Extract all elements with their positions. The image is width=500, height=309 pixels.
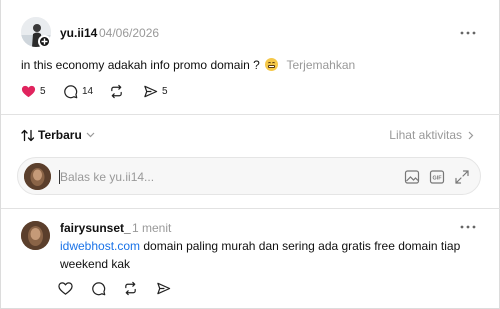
comment-link[interactable]: idwebhost.com: [60, 239, 140, 253]
post-text: in this economy adakah info promo domain…: [21, 58, 260, 72]
grin-emoji-icon: [265, 58, 279, 71]
heart-icon: [58, 281, 73, 295]
svg-text:GIF: GIF: [433, 176, 443, 182]
original-post: yu.ii14 04/06/2026 in this economy adaka…: [1, 0, 500, 114]
comment-body: idwebhost.com domain paling murah dan se…: [60, 237, 470, 273]
expand-icon[interactable]: [454, 169, 470, 185]
repost-button[interactable]: [123, 280, 138, 296]
thread-panel: yu.ii14 04/06/2026 in this economy adaka…: [0, 0, 500, 309]
share-icon: [157, 282, 171, 294]
sort-label: Terbaru: [38, 128, 82, 142]
gif-icon[interactable]: GIF: [429, 169, 445, 185]
translate-link[interactable]: Terjemahkan: [287, 58, 356, 72]
comment-count: 14: [82, 85, 94, 97]
post-username[interactable]: yu.ii14: [60, 26, 97, 40]
comment-username[interactable]: fairysunset_: [60, 221, 131, 235]
chevron-down-icon: [86, 132, 95, 138]
view-activity-label: Lihat aktivitas: [389, 128, 462, 142]
post-body: in this economy adakah info promo domain…: [21, 58, 355, 72]
post-date: 04/06/2026: [99, 26, 160, 40]
like-count: 5: [40, 85, 46, 97]
divider: [1, 208, 500, 209]
repost-icon: [125, 281, 136, 295]
reply-input[interactable]: [60, 168, 390, 186]
more-icon[interactable]: [460, 224, 476, 230]
avatar: [24, 163, 51, 190]
heart-icon: [21, 85, 36, 97]
avatar[interactable]: [21, 221, 50, 250]
comment-button[interactable]: 14: [63, 83, 93, 99]
share-count: 5: [162, 85, 168, 97]
image-icon[interactable]: [404, 169, 420, 185]
share-button[interactable]: [156, 280, 171, 296]
more-icon[interactable]: [460, 30, 476, 36]
repost-icon: [111, 84, 122, 98]
like-button[interactable]: 5: [21, 83, 46, 99]
follow-plus-icon[interactable]: [38, 35, 51, 48]
divider: [1, 114, 500, 115]
comment-icon: [92, 281, 106, 295]
view-activity-link[interactable]: Lihat aktivitas: [389, 128, 474, 142]
chevron-right-icon: [468, 131, 474, 139]
comment-icon: [64, 84, 78, 98]
share-button[interactable]: 5: [143, 83, 168, 99]
sort-dropdown[interactable]: Terbaru: [21, 128, 98, 142]
repost-button[interactable]: [109, 83, 124, 99]
share-icon: [144, 85, 158, 97]
reply-composer[interactable]: GIF: [17, 157, 481, 195]
like-button[interactable]: [58, 280, 73, 296]
comment-button[interactable]: [91, 280, 106, 296]
comment-time: 1 menit: [132, 221, 172, 235]
sort-icon: [21, 129, 35, 141]
